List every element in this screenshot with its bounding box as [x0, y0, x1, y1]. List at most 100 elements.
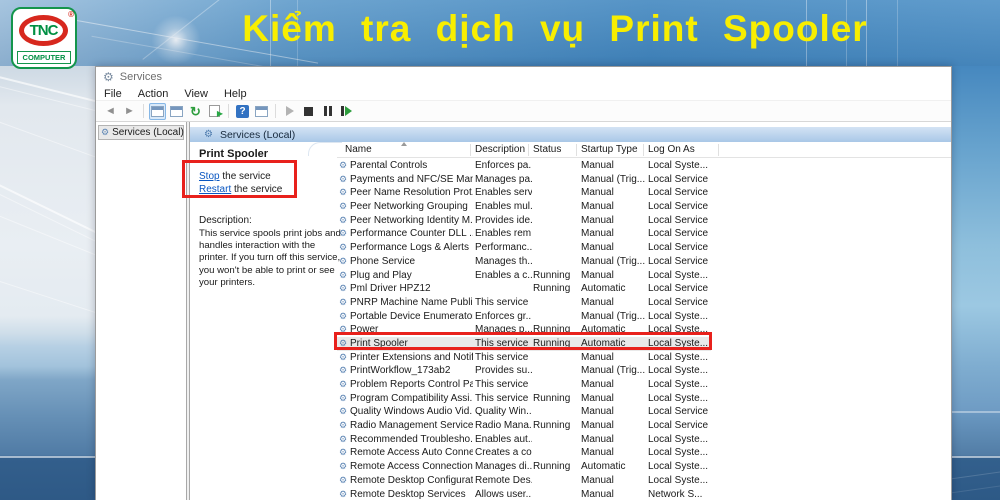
service-startup-type-cell: Automatic	[581, 337, 646, 351]
column-header-log-on-as[interactable]: Log On As	[648, 144, 695, 155]
service-row[interactable]: ⚙ Parental Controls Enforces pa... Manua…	[337, 159, 951, 173]
service-row[interactable]: ⚙ Radio Management Service Radio Mana...…	[337, 419, 951, 433]
service-name-cell: Pml Driver HPZ12	[350, 282, 473, 296]
service-description-cell: Manages p...	[475, 323, 532, 337]
forward-button[interactable]: ►	[121, 103, 138, 120]
service-startup-type-cell: Manual (Trig...	[581, 173, 646, 187]
service-row[interactable]: ⚙ Power Manages p... Running Automatic L…	[337, 323, 951, 337]
service-row[interactable]: ⚙ Plug and Play Enables a c... Running M…	[337, 269, 951, 283]
service-name-cell: Parental Controls	[350, 159, 473, 173]
restart-service-button[interactable]	[338, 103, 355, 120]
column-header-status[interactable]: Status	[533, 144, 561, 155]
column-separator[interactable]	[470, 144, 471, 156]
service-row[interactable]: ⚙ Peer Name Resolution Prot... Enables s…	[337, 186, 951, 200]
column-header-startup-type[interactable]: Startup Type	[581, 144, 638, 155]
service-status-cell: Running	[533, 337, 579, 351]
service-row[interactable]: ⚙ Performance Logs & Alerts Performanc..…	[337, 241, 951, 255]
tree-item-services-local[interactable]: ⚙ Services (Local)	[98, 125, 184, 140]
service-row[interactable]: ⚙ Print Spooler This service ... Running…	[337, 337, 951, 351]
panel-header-icon: ⚙	[204, 130, 213, 140]
service-startup-type-cell: Automatic	[581, 460, 646, 474]
service-log-on-as-cell: Local Syste...	[648, 446, 748, 460]
horizon-line	[0, 456, 95, 458]
service-name-cell: Remote Desktop Services	[350, 488, 473, 500]
column-header-name[interactable]: Name	[345, 144, 372, 155]
service-startup-type-cell: Manual	[581, 378, 646, 392]
service-row[interactable]: ⚙ Payments and NFC/SE Man... Manages pa.…	[337, 173, 951, 187]
column-separator[interactable]	[528, 144, 529, 156]
service-row[interactable]: ⚙ Phone Service Manages th... Manual (Tr…	[337, 255, 951, 269]
service-row[interactable]: ⚙ Remote Desktop Services Allows user...…	[337, 488, 951, 500]
logo-subtitle: COMPUTER	[17, 51, 71, 64]
horizon-line	[952, 456, 1000, 458]
menu-action[interactable]: Action	[130, 88, 177, 100]
column-separator[interactable]	[576, 144, 577, 156]
action-pane-button[interactable]	[253, 103, 270, 120]
service-status-cell: Running	[533, 323, 579, 337]
service-row[interactable]: ⚙ Remote Desktop Configurat... Remote De…	[337, 474, 951, 488]
service-startup-type-cell: Manual	[581, 474, 646, 488]
service-icon: ⚙	[339, 460, 350, 474]
service-startup-type-cell: Manual	[581, 296, 646, 310]
service-description-cell: Enables serv...	[475, 186, 532, 200]
service-row[interactable]: ⚙ Peer Networking Grouping Enables mul..…	[337, 200, 951, 214]
tree-item-label: Services (Local)	[112, 127, 184, 138]
column-header-description[interactable]: Description	[475, 144, 525, 155]
service-row[interactable]: ⚙ PNRP Machine Name Publi... This servic…	[337, 296, 951, 310]
description-label: Description:	[199, 215, 337, 227]
service-row[interactable]: ⚙ Remote Access Auto Conne... Creates a …	[337, 446, 951, 460]
service-log-on-as-cell: Local Syste...	[648, 392, 748, 406]
menu-help[interactable]: Help	[216, 88, 255, 100]
service-icon: ⚙	[339, 337, 350, 351]
light-streak	[897, 0, 898, 66]
service-log-on-as-cell: Local Service	[648, 186, 748, 200]
service-description-cell: Enforces pa...	[475, 159, 532, 173]
service-log-on-as-cell: Local Service	[648, 227, 748, 241]
service-row[interactable]: ⚙ Performance Counter DLL ... Enables re…	[337, 227, 951, 241]
logo-ring: TNC	[19, 15, 68, 46]
window-titlebar[interactable]: ⚙ Services	[96, 67, 951, 87]
sort-ascending-icon	[401, 142, 407, 146]
restart-service-link[interactable]: Restart	[199, 184, 231, 195]
refresh-button[interactable]: ↻	[187, 103, 204, 120]
column-separator[interactable]	[643, 144, 644, 156]
export-list-button[interactable]: ▶	[206, 103, 223, 120]
service-row[interactable]: ⚙ Peer Networking Identity M... Provides…	[337, 214, 951, 228]
pause-service-icon	[324, 106, 332, 116]
service-row[interactable]: ⚙ Printer Extensions and Notif... This s…	[337, 351, 951, 365]
service-row[interactable]: ⚙ Quality Windows Audio Vid... Quality W…	[337, 405, 951, 419]
service-row[interactable]: ⚙ Problem Reports Control Pa... This ser…	[337, 378, 951, 392]
pause-service-button[interactable]	[319, 103, 336, 120]
menu-file[interactable]: File	[96, 88, 130, 100]
service-row[interactable]: ⚙ Program Compatibility Assi... This ser…	[337, 392, 951, 406]
service-status-cell: Running	[533, 460, 579, 474]
properties-icon	[170, 106, 183, 117]
service-status-cell: Running	[533, 269, 579, 283]
service-row[interactable]: ⚙ PrintWorkflow_173ab2 Provides su... Ma…	[337, 364, 951, 378]
service-row[interactable]: ⚙ Recommended Troublesho... Enables aut.…	[337, 433, 951, 447]
help-button[interactable]: ?	[234, 103, 251, 120]
stop-service-button[interactable]	[300, 103, 317, 120]
service-name-cell: Recommended Troublesho...	[350, 433, 473, 447]
service-icon: ⚙	[339, 186, 350, 200]
toolbar: ◄ ► ↻ ▶ ?	[96, 101, 951, 122]
back-button[interactable]: ◄	[102, 103, 119, 120]
service-startup-type-cell: Manual	[581, 214, 646, 228]
panel-header: ⚙ Services (Local)	[190, 127, 951, 142]
show-console-tree-button[interactable]	[149, 103, 166, 120]
list-header: Name Description Status Startup Type Log…	[337, 142, 951, 158]
services-node-icon: ⚙	[101, 128, 109, 137]
stop-service-link[interactable]: Stop	[199, 171, 220, 182]
column-separator[interactable]	[718, 144, 719, 156]
start-service-button[interactable]	[281, 103, 298, 120]
services-app-icon: ⚙	[103, 71, 114, 83]
service-row[interactable]: ⚙ Portable Device Enumerator... Enforces…	[337, 310, 951, 324]
menu-view[interactable]: View	[176, 88, 216, 100]
service-icon: ⚙	[339, 214, 350, 228]
stop-service-line: Stop the service	[199, 170, 337, 183]
service-startup-type-cell: Automatic	[581, 282, 646, 296]
properties-button[interactable]	[168, 103, 185, 120]
service-row[interactable]: ⚙ Remote Access Connection... Manages di…	[337, 460, 951, 474]
service-status-cell: Running	[533, 392, 579, 406]
service-row[interactable]: ⚙ Pml Driver HPZ12 Running Automatic Loc…	[337, 282, 951, 296]
